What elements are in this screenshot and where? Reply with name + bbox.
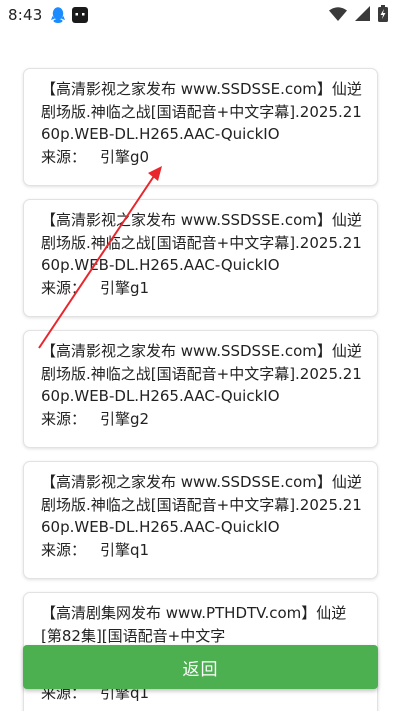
source-label: 来源： <box>41 409 87 428</box>
status-right-icons <box>329 4 388 26</box>
source-label: 来源： <box>41 147 87 166</box>
result-source: 来源： 引擎g2 <box>41 408 363 430</box>
result-title: 【高清影视之家发布 www.SSDSSE.com】仙逆剧场版.神临之战[国语配音… <box>41 473 362 536</box>
source-label: 来源： <box>41 540 87 559</box>
status-time: 8:43 <box>8 6 43 24</box>
result-title: 【高清剧集网发布 www.PTHDTV.com】仙逆[第82集][国语配音+中文… <box>41 604 347 645</box>
source-label: 来源： <box>41 278 87 297</box>
result-source: 来源： 引擎g1 <box>41 277 363 299</box>
app-notification-icon <box>72 7 89 23</box>
qq-icon <box>50 6 66 24</box>
result-card[interactable]: 【高清影视之家发布 www.SSDSSE.com】仙逆剧场版.神临之战[国语配音… <box>23 330 378 448</box>
source-value: 引擎g0 <box>100 147 150 166</box>
status-bar: 8:43 <box>0 0 400 30</box>
result-card[interactable]: 【高清影视之家发布 www.SSDSSE.com】仙逆剧场版.神临之战[国语配音… <box>23 199 378 317</box>
result-title: 【高清影视之家发布 www.SSDSSE.com】仙逆剧场版.神临之战[国语配音… <box>41 80 362 143</box>
result-source: 来源： 引擎q1 <box>41 539 363 561</box>
screen: 8:43 【高清影视之家发布 www.SSDSSE.com】仙逆剧场版.神临之战… <box>0 0 400 711</box>
result-source: 来源： 引擎g0 <box>41 146 363 168</box>
result-card[interactable]: 【高清影视之家发布 www.SSDSSE.com】仙逆剧场版.神临之战[国语配音… <box>23 461 378 579</box>
source-value: 引擎g2 <box>100 409 150 428</box>
result-title: 【高清影视之家发布 www.SSDSSE.com】仙逆剧场版.神临之战[国语配音… <box>41 342 362 405</box>
source-value: 引擎q1 <box>100 540 150 559</box>
back-button[interactable]: 返回 <box>23 645 378 689</box>
result-title: 【高清影视之家发布 www.SSDSSE.com】仙逆剧场版.神临之战[国语配音… <box>41 211 362 274</box>
wifi-icon <box>329 6 347 25</box>
source-value: 引擎g1 <box>100 278 150 297</box>
battery-charging-icon <box>378 4 388 26</box>
result-card[interactable]: 【高清影视之家发布 www.SSDSSE.com】仙逆剧场版.神临之战[国语配音… <box>23 68 378 186</box>
signal-icon <box>355 5 370 25</box>
